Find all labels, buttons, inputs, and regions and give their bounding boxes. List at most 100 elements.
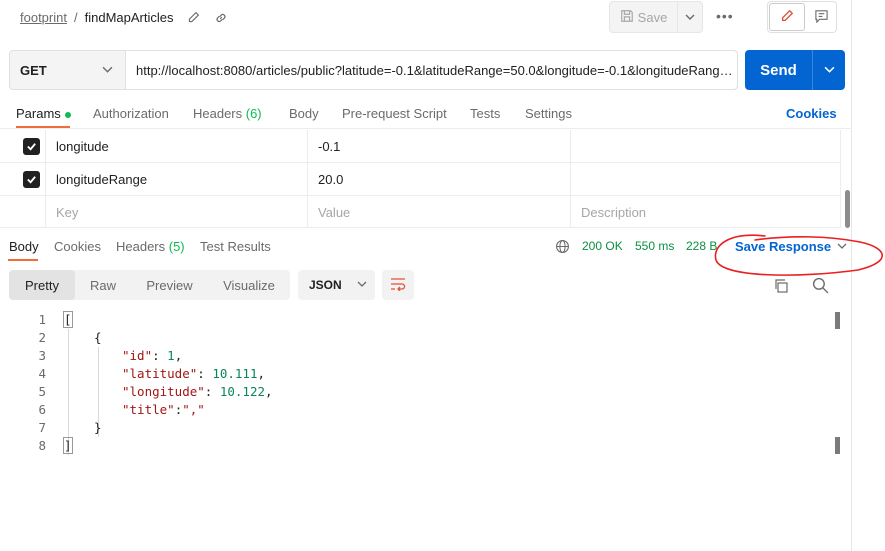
json-number: 1 xyxy=(167,348,175,363)
link-icon[interactable] xyxy=(214,11,228,25)
url-input[interactable]: http://localhost:8080/articles/public?la… xyxy=(126,51,737,89)
tab-body[interactable]: Body xyxy=(289,106,319,121)
tab-response-cookies[interactable]: Cookies xyxy=(54,239,101,254)
json-string: "," xyxy=(182,402,205,417)
tab-settings[interactable]: Settings xyxy=(525,106,572,121)
breadcrumb-workspace[interactable]: footprint xyxy=(20,10,67,25)
code-line: 7} xyxy=(0,419,830,437)
format-select[interactable]: JSON xyxy=(298,270,375,300)
save-response-button[interactable]: Save Response xyxy=(735,239,847,254)
cookies-link[interactable]: Cookies xyxy=(786,106,837,121)
code-line: 2{ xyxy=(0,329,830,347)
tab-authorization[interactable]: Authorization xyxy=(93,106,169,121)
json-key: "title" xyxy=(122,402,175,417)
panel-divider xyxy=(851,0,852,551)
save-icon xyxy=(620,9,634,26)
chevron-down-icon xyxy=(824,63,835,78)
url-bar: GET http://localhost:8080/articles/publi… xyxy=(9,50,738,90)
param-description[interactable] xyxy=(570,163,841,196)
param-description[interactable] xyxy=(570,130,841,163)
wrap-lines-button[interactable] xyxy=(382,270,414,300)
send-button-group: Send xyxy=(745,50,845,90)
line-number: 5 xyxy=(38,384,46,399)
code-line: 8] xyxy=(0,437,830,455)
chevron-down-icon xyxy=(357,278,367,292)
comments-button[interactable] xyxy=(806,2,836,32)
tab-tests[interactable]: Tests xyxy=(470,106,500,121)
tab-test-results[interactable]: Test Results xyxy=(200,239,271,254)
tab-response-headers[interactable]: Headers (5) xyxy=(116,239,185,254)
param-value[interactable]: -0.1 xyxy=(307,130,570,163)
breadcrumb: footprint / findMapArticles xyxy=(20,10,228,25)
comment-icon xyxy=(814,9,829,26)
new-param-value[interactable]: Value xyxy=(307,196,570,228)
line-number: 7 xyxy=(38,420,46,435)
send-dropdown-button[interactable] xyxy=(813,50,845,90)
code-line: 6 "title":"," xyxy=(0,401,830,419)
line-number: 4 xyxy=(38,366,46,381)
request-name[interactable]: findMapArticles xyxy=(85,10,174,25)
response-time[interactable]: 550 ms xyxy=(635,239,674,253)
response-size[interactable]: 228 B xyxy=(686,239,717,253)
code-line: 1[ xyxy=(0,311,830,329)
status-code[interactable]: 200 OK xyxy=(582,239,623,253)
view-raw[interactable]: Raw xyxy=(75,270,131,300)
save-dropdown-button[interactable] xyxy=(678,2,702,32)
response-tabs: Body Cookies Headers (5) Test Results 20… xyxy=(0,233,852,261)
json-key: "latitude" xyxy=(122,366,198,381)
json-open-bracket: [ xyxy=(63,311,73,328)
table-row: longitudeRange 20.0 xyxy=(0,163,841,196)
save-button[interactable]: Save xyxy=(610,2,678,32)
row-checkbox[interactable] xyxy=(23,138,40,155)
table-row: longitude -0.1 xyxy=(0,130,841,163)
right-panel-toggle xyxy=(767,1,837,33)
request-tabs: Params Authorization Headers (6) Body Pr… xyxy=(0,99,852,129)
globe-icon[interactable] xyxy=(555,239,570,257)
active-tab-indicator xyxy=(16,126,70,128)
save-label: Save xyxy=(637,9,668,25)
search-icon[interactable] xyxy=(812,277,829,297)
chevron-down-icon xyxy=(102,63,113,78)
params-scrollbar[interactable] xyxy=(845,190,850,228)
json-key: "longitude" xyxy=(122,384,205,399)
chevron-down-icon xyxy=(685,10,695,25)
json-number: 10.111 xyxy=(212,366,258,381)
json-close-brace: } xyxy=(94,420,102,435)
active-tab-indicator xyxy=(8,259,38,261)
tab-params[interactable]: Params xyxy=(16,106,71,121)
save-response-label: Save Response xyxy=(735,239,832,254)
param-key[interactable]: longitude xyxy=(45,130,307,163)
json-open-brace: { xyxy=(94,330,102,345)
param-key[interactable]: longitudeRange xyxy=(45,163,307,196)
edit-pencil-icon[interactable] xyxy=(187,11,200,24)
line-number: 8 xyxy=(38,438,46,453)
editor-scrollbar-top[interactable] xyxy=(835,312,840,329)
code-line: 5 "longitude": 10.122, xyxy=(0,383,830,401)
table-row-new: Key Value Description xyxy=(0,196,841,228)
documentation-edit-button[interactable] xyxy=(769,3,805,31)
params-active-dot xyxy=(64,111,71,118)
method-select[interactable]: GET xyxy=(10,51,126,89)
tab-headers[interactable]: Headers (6) xyxy=(193,106,262,121)
send-button[interactable]: Send xyxy=(745,50,813,90)
view-visualize[interactable]: Visualize xyxy=(208,270,290,300)
code-line: 4 "latitude": 10.111, xyxy=(0,365,830,383)
json-number: 10.122 xyxy=(219,384,266,399)
save-button-group: Save xyxy=(609,1,703,33)
copy-icon[interactable] xyxy=(773,278,789,297)
breadcrumb-separator: / xyxy=(73,10,78,25)
json-key: "id" xyxy=(122,348,153,363)
code-line: 3 "id": 1, xyxy=(0,347,830,365)
new-param-description[interactable]: Description xyxy=(570,196,841,228)
more-actions-button[interactable]: ••• xyxy=(716,8,734,24)
view-pretty[interactable]: Pretty xyxy=(9,270,75,300)
tab-response-body[interactable]: Body xyxy=(9,239,39,254)
row-checkbox[interactable] xyxy=(23,171,40,188)
view-preview[interactable]: Preview xyxy=(131,270,208,300)
param-value[interactable]: 20.0 xyxy=(307,163,570,196)
new-param-key[interactable]: Key xyxy=(45,196,307,228)
method-label: GET xyxy=(20,62,47,78)
editor-scrollbar-bottom[interactable] xyxy=(835,437,840,454)
tab-pre-request-script[interactable]: Pre-request Script xyxy=(342,106,447,121)
line-number: 3 xyxy=(38,348,46,363)
